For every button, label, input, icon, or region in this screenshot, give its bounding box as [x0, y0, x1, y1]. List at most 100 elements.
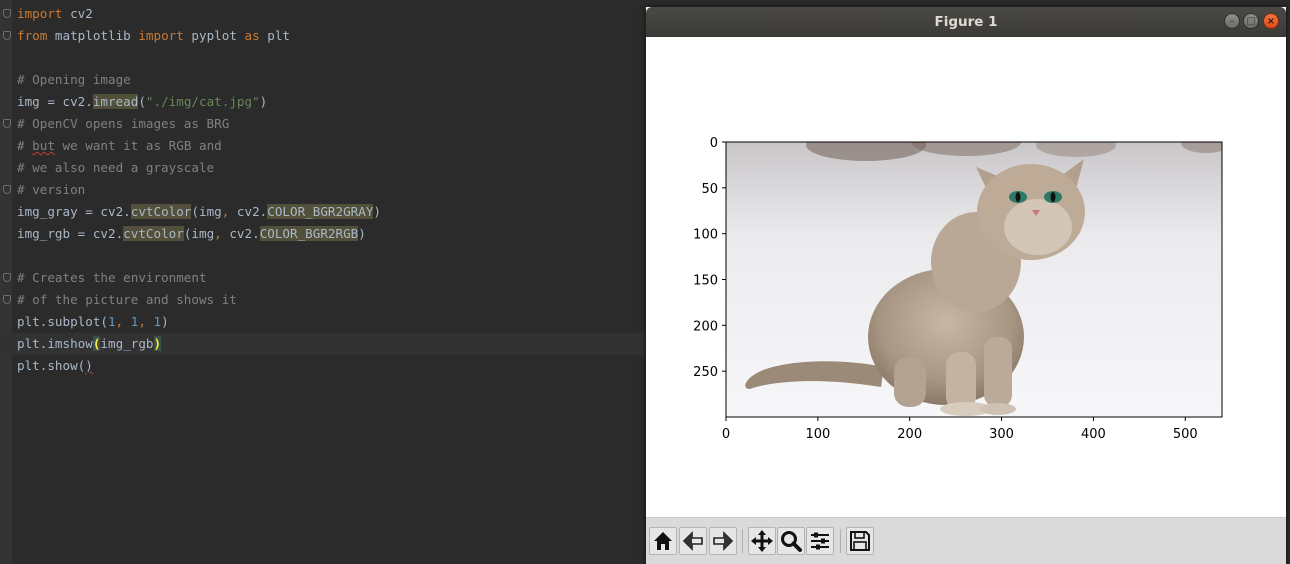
code-line[interactable] [0, 47, 646, 69]
save-icon[interactable] [846, 527, 874, 555]
code-token: import [17, 6, 63, 21]
code-text: # we also need a grayscale [17, 157, 214, 179]
plot-canvas[interactable]: 0 50 100 150 200 250 0 100 200 300 400 500 [646, 37, 1286, 517]
code-token: img_rgb = cv2. [17, 226, 124, 241]
y-tick-label: 250 [693, 365, 718, 380]
code-token: plt.show( [17, 358, 86, 373]
code-text: img = cv2.imread("./img/cat.jpg") [17, 91, 267, 113]
code-line[interactable]: img_gray = cv2.cvtColor(img, cv2.COLOR_B… [0, 201, 646, 223]
code-token: cvtColor [123, 226, 184, 241]
x-tick-label: 200 [897, 427, 922, 442]
code-token: plt.imshow [17, 336, 93, 351]
code-token: img_rgb [100, 336, 154, 351]
code-token: (img [191, 204, 222, 219]
code-text: # OpenCV opens images as BRG [17, 113, 229, 135]
code-token: # Opening image [17, 72, 131, 87]
forward-icon[interactable] [709, 527, 737, 555]
home-icon[interactable] [649, 527, 677, 555]
code-text: plt.imshow(img_rgb) [17, 333, 162, 355]
code-text: from matplotlib import pyplot as plt [17, 25, 290, 47]
code-token: ) [85, 358, 93, 373]
plot-image [726, 142, 1222, 417]
code-text: # Opening image [17, 69, 131, 91]
close-button[interactable]: × [1263, 13, 1279, 29]
code-token: ) [259, 94, 268, 109]
code-line[interactable]: # OpenCV opens images as BRG [0, 113, 646, 135]
y-tick-label: 200 [693, 319, 718, 334]
x-tick-label: 500 [1173, 427, 1198, 442]
code-line[interactable]: # but we want it as RGB and [0, 135, 646, 157]
code-line[interactable]: plt.imshow(img_rgb) [0, 333, 646, 355]
code-token: , [214, 226, 222, 241]
toolbar-separator [742, 529, 743, 553]
code-token: , [115, 314, 131, 329]
code-token: img = cv2. [17, 94, 93, 109]
window-title: Figure 1 [934, 14, 998, 30]
code-token: ) [358, 226, 366, 241]
x-tick-label: 0 [722, 427, 730, 442]
code-token: # of the picture and shows it [17, 292, 237, 307]
code-text: # version [17, 179, 85, 201]
code-text: plt.show() [17, 355, 93, 377]
code-token: 1 [153, 314, 162, 329]
window-titlebar[interactable]: Figure 1 – □ × [646, 7, 1286, 37]
pan-icon[interactable] [748, 527, 776, 555]
toolbar-separator [840, 529, 841, 553]
x-tick-label: 100 [805, 427, 830, 442]
figure-toolbar [646, 517, 1286, 564]
code-token: ) [373, 204, 382, 219]
code-token: but [32, 138, 55, 153]
x-tick-label: 400 [1081, 427, 1106, 442]
fold-marker-icon[interactable] [3, 119, 11, 128]
code-line[interactable]: # version [0, 179, 646, 201]
code-token: cvtColor [130, 204, 192, 219]
code-line[interactable]: plt.subplot(1, 1, 1) [0, 311, 646, 333]
y-tick-label: 50 [701, 182, 718, 197]
fold-marker-icon[interactable] [3, 273, 11, 282]
code-token: imread [92, 94, 139, 109]
code-line[interactable] [0, 245, 646, 267]
code-token: (img [183, 226, 215, 241]
code-token: pyplot [183, 28, 245, 43]
code-line[interactable]: from matplotlib import pyplot as plt [0, 25, 646, 47]
back-icon[interactable] [679, 527, 707, 555]
code-token: matplotlib [47, 28, 139, 43]
code-token: # we also need a grayscale [17, 160, 215, 175]
code-token: plt.subplot( [17, 314, 108, 329]
code-token: cv2. [229, 204, 268, 219]
code-line[interactable]: # Opening image [0, 69, 646, 91]
y-tick-label: 0 [710, 136, 718, 151]
code-line[interactable]: # we also need a grayscale [0, 157, 646, 179]
code-line[interactable]: img = cv2.imread("./img/cat.jpg") [0, 91, 646, 113]
code-line[interactable]: import cv2 [0, 3, 646, 25]
code-token: img_gray = cv2. [17, 204, 131, 219]
fold-marker-icon[interactable] [3, 31, 11, 40]
code-token: plt [259, 28, 291, 43]
code-token: as [244, 28, 260, 43]
code-token: COLOR_BGR2GRAY [267, 204, 374, 219]
fold-marker-icon[interactable] [3, 9, 11, 18]
configure-subplots-icon[interactable] [806, 527, 834, 555]
maximize-button[interactable]: □ [1243, 13, 1259, 29]
zoom-icon[interactable] [777, 527, 805, 555]
code-line[interactable]: plt.show() [0, 355, 646, 377]
code-token: COLOR_BGR2RGB [259, 226, 359, 241]
code-line[interactable]: # Creates the environment [0, 267, 646, 289]
figure-window[interactable]: Figure 1 – □ × 0 50 100 150 200 250 0 10… [646, 7, 1286, 564]
minimize-button[interactable]: – [1224, 13, 1240, 29]
code-token: 1 [108, 314, 116, 329]
fold-marker-icon[interactable] [3, 185, 11, 194]
code-text: img_rgb = cv2.cvtColor(img, cv2.COLOR_BG… [17, 223, 366, 245]
code-text: # but we want it as RGB and [17, 135, 222, 157]
code-line[interactable]: # of the picture and shows it [0, 289, 646, 311]
code-text: import cv2 [17, 3, 93, 25]
code-token: , [138, 314, 154, 329]
code-line[interactable]: img_rgb = cv2.cvtColor(img, cv2.COLOR_BG… [0, 223, 646, 245]
code-text: # of the picture and shows it [17, 289, 237, 311]
code-token: import [138, 28, 184, 43]
x-tick-label: 300 [989, 427, 1014, 442]
code-token: ) [153, 336, 162, 351]
code-text: # Creates the environment [17, 267, 207, 289]
code-token: # [17, 138, 33, 153]
fold-marker-icon[interactable] [3, 295, 11, 304]
